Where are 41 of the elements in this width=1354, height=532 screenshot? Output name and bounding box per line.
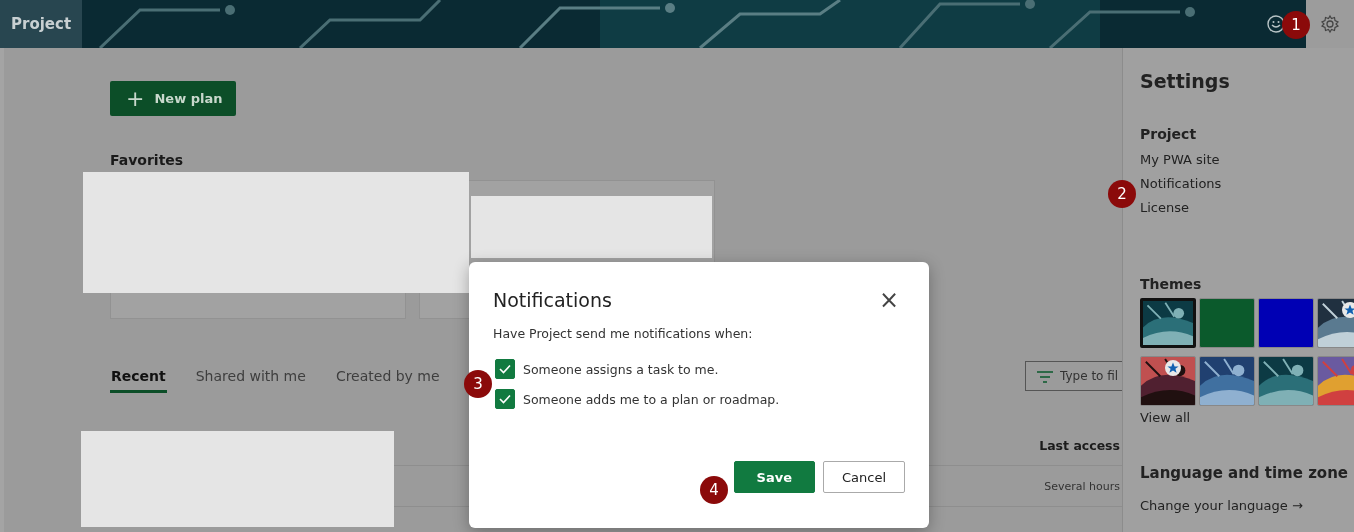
checkbox[interactable] [495,389,515,409]
theme-swatch[interactable] [1140,298,1196,348]
dialog-title: Notifications [493,289,612,311]
view-all-link[interactable]: View all [1140,406,1354,430]
checkbox-label[interactable]: Someone assigns a task to me. [523,361,719,377]
star-icon [1342,302,1354,318]
star-icon [1165,360,1181,376]
section-heading: Themes [1140,276,1203,292]
step-badge: 2 [1108,180,1136,208]
settings-icon[interactable] [1320,14,1340,34]
settings-link[interactable]: License [1140,196,1354,220]
panel-title: Settings [1140,70,1231,92]
theme-swatch[interactable] [1199,298,1255,348]
table-cell-text: Several hours [1044,479,1121,493]
cancel-button[interactable]: Cancel [822,461,905,493]
section-title: Favorites [110,152,185,168]
app-name[interactable]: Project [0,0,83,48]
settings-link[interactable]: Notifications [1140,172,1354,196]
section-heading: Language and time zone [1140,464,1349,482]
column-header[interactable]: Last access [1039,437,1122,453]
new-plan-button[interactable]: + New plan [110,81,237,116]
tab[interactable]: Recent [110,368,167,393]
theme-swatch[interactable] [1140,356,1196,406]
check-icon [499,394,511,404]
checkbox-label[interactable]: Someone adds me to a plan or roadmap. [523,391,780,407]
theme-swatch[interactable] [1199,356,1255,406]
save-button[interactable]: Save [733,461,815,493]
dialog-text: Have Project send me notifications when: [493,326,754,341]
check-icon [499,364,511,374]
theme-swatch[interactable] [1258,356,1314,406]
filter-icon [1037,371,1053,383]
settings-link[interactable]: My PWA site [1140,148,1354,172]
step-badge: 3 [464,370,492,398]
filter-field[interactable]: Type to fil [1025,361,1122,391]
tab[interactable]: Shared with me [194,368,307,393]
theme-swatch[interactable] [1258,298,1314,348]
checkbox[interactable] [495,359,515,379]
change-language-link[interactable]: Change your language → [1140,494,1354,518]
tab[interactable]: Created by me [334,368,441,393]
close-button[interactable]: × [872,288,905,312]
section-heading: Project [1140,126,1198,142]
